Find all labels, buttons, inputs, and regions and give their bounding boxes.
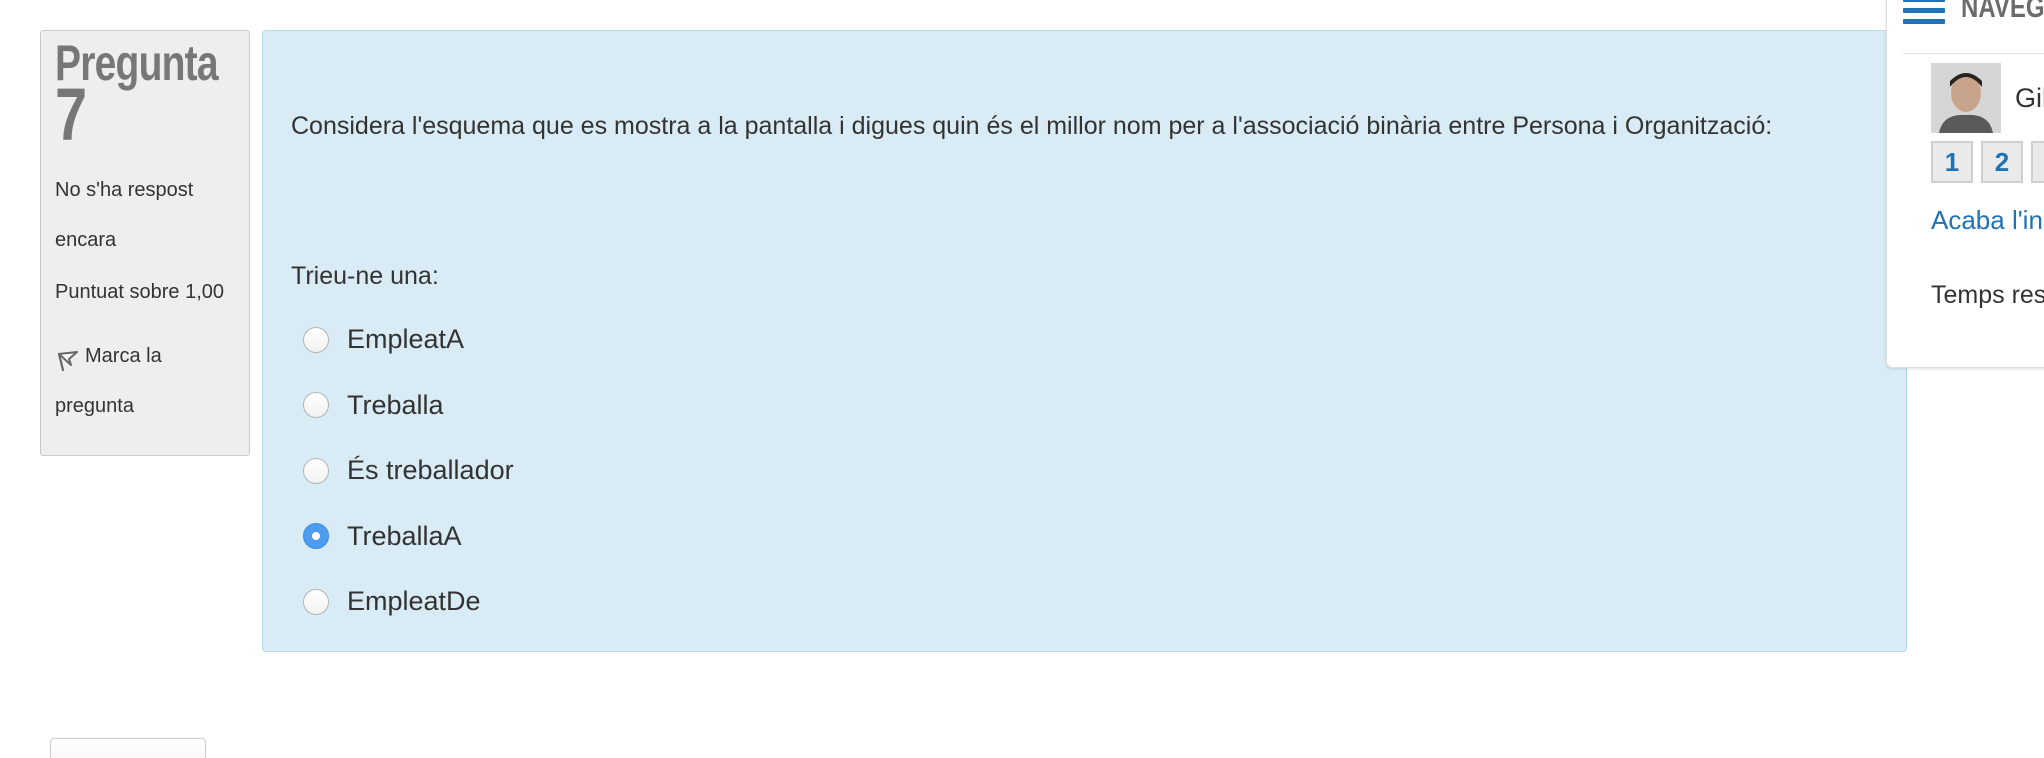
radio-button[interactable] bbox=[303, 457, 329, 484]
answer-option[interactable]: TreballaA bbox=[291, 504, 1906, 570]
answer-label: TreballaA bbox=[347, 520, 462, 551]
flag-icon bbox=[57, 351, 78, 372]
user-photo-icon bbox=[1931, 63, 2001, 133]
answer-label: EmpleatDe bbox=[347, 586, 481, 617]
question-info-panel: Pregunta 7 No s'ha respost encara Puntua… bbox=[40, 30, 250, 456]
answer-option[interactable]: EmpleatA bbox=[291, 307, 1906, 373]
radio-button-selected[interactable] bbox=[303, 523, 329, 550]
navigation-header: NAVEGA bbox=[1903, 0, 2044, 54]
answer-option[interactable]: És treballador bbox=[291, 438, 1906, 504]
question-text: Considera l'esquema que es mostra a la p… bbox=[291, 112, 1773, 140]
radio-button[interactable] bbox=[303, 326, 329, 353]
answer-label: Treballa bbox=[347, 389, 444, 420]
radio-button[interactable] bbox=[303, 588, 329, 615]
answer-label: És treballador bbox=[347, 455, 514, 486]
quiz-navigation-block: NAVEGA Gil 1 2 Acaba l'in Temps res bbox=[1886, 0, 2044, 368]
user-name[interactable]: Gil bbox=[2015, 83, 2044, 114]
finish-attempt-link[interactable]: Acaba l'in bbox=[1931, 205, 2043, 236]
answer-option[interactable]: Treballa bbox=[291, 373, 1906, 439]
radio-button[interactable] bbox=[303, 392, 329, 419]
question-nav-button[interactable]: 1 bbox=[1931, 141, 1973, 183]
question-state: No s'ha respost encara bbox=[55, 179, 194, 251]
navigation-title: NAVEGA bbox=[1961, 0, 2044, 24]
answer-option[interactable]: EmpleatDe bbox=[291, 569, 1906, 635]
answer-list: EmpleatA Treballa És treballador Treball… bbox=[291, 307, 1906, 635]
flag-question-button[interactable]: Marca la pregunta bbox=[55, 331, 235, 431]
question-formulation: Considera l'esquema que es mostra a la p… bbox=[262, 30, 1907, 652]
question-nav-button[interactable]: 2 bbox=[1981, 141, 2023, 183]
question-nav-button[interactable] bbox=[2031, 141, 2044, 183]
avatar[interactable] bbox=[1931, 63, 2001, 133]
question-grade: Puntuat sobre 1,00 bbox=[55, 281, 225, 303]
answer-label: EmpleatA bbox=[347, 324, 465, 355]
quiz-page: Pregunta 7 No s'ha respost encara Puntua… bbox=[0, 0, 2044, 758]
bottom-button[interactable] bbox=[50, 738, 206, 758]
question-number: 7 bbox=[55, 73, 88, 156]
answer-prompt: Trieu-ne una: bbox=[291, 262, 439, 290]
menu-icon[interactable] bbox=[1903, 0, 1945, 24]
time-remaining: Temps res bbox=[1931, 281, 2044, 309]
